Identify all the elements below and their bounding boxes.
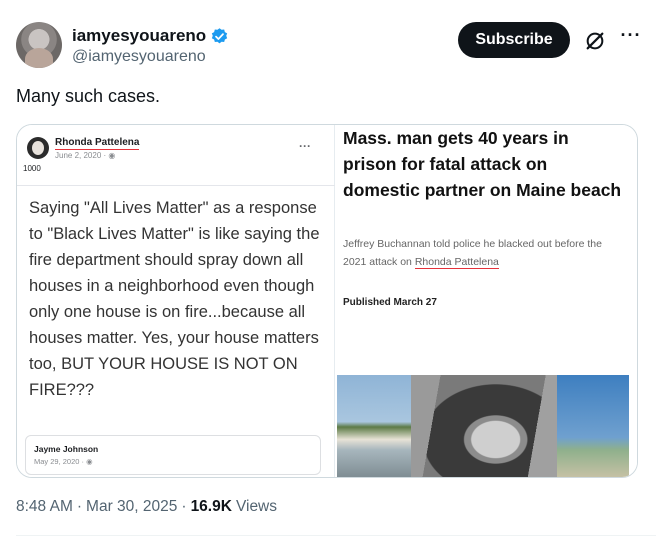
tweet-media-image[interactable]: Rhonda Pattelena June 2, 2020 · ◉ ··· 10…: [16, 124, 638, 478]
globe-icon: ◉: [108, 151, 116, 160]
tweet-text: Many such cases.: [16, 86, 161, 106]
meta-separator: ·: [181, 498, 187, 515]
fb-shared-card: Jayme Johnson May 29, 2020 · ◉: [25, 435, 321, 475]
verified-badge-icon: [212, 27, 228, 43]
fb-poster-name: Rhonda Pattelena: [55, 137, 140, 150]
grok-icon[interactable]: [584, 30, 606, 52]
fb-post-date-text: June 2, 2020 ·: [55, 151, 109, 160]
article-photo: [337, 375, 629, 477]
fb-post-quote: Saying "All Lives Matter" as a response …: [29, 199, 320, 399]
article-published-date: Published March 27: [343, 297, 437, 308]
more-icon[interactable]: ···: [616, 26, 646, 50]
divider: [16, 535, 656, 536]
fb-shared-date: May 29, 2020 · ◉: [34, 457, 93, 466]
tweet-header: iamyesyouareno @iamyesyouareno Subscribe…: [16, 18, 656, 70]
fb-post-date: June 2, 2020 · ◉: [55, 151, 115, 160]
fb-shared-name: Jayme Johnson: [34, 444, 99, 454]
author-avatar[interactable]: [16, 22, 62, 68]
fb-avatar: [27, 137, 49, 159]
fb-post-header: Rhonda Pattelena June 2, 2020 · ◉ ···: [23, 131, 323, 185]
article-dek: Jeffrey Buchannan told police he blacked…: [343, 235, 613, 271]
beach-photo-right: [557, 375, 629, 477]
meta-separator: ·: [76, 498, 83, 515]
fb-post-count: 1000: [23, 164, 41, 173]
author-display-name[interactable]: iamyesyouareno: [72, 26, 206, 46]
fb-more-icon: ···: [299, 139, 311, 153]
tweet-time[interactable]: 8:48 AM: [16, 498, 73, 516]
beach-photo-left: [337, 375, 411, 477]
views-count: 16.9K: [190, 498, 232, 515]
views-label: Views: [235, 498, 278, 515]
author-handle[interactable]: @iamyesyouareno: [72, 48, 206, 66]
news-article-screenshot: Mass. man gets 40 years in prison for fa…: [335, 125, 637, 477]
article-dek-highlight: Rhonda Pattelena: [414, 256, 499, 269]
tweet-date[interactable]: Mar 30, 2025: [86, 498, 177, 516]
facebook-post-screenshot: Rhonda Pattelena June 2, 2020 · ◉ ··· 10…: [17, 125, 335, 477]
fb-divider: [17, 185, 335, 186]
fb-shared-date-text: May 29, 2020 ·: [34, 457, 87, 466]
globe-icon: ◉: [86, 457, 93, 466]
tweet-meta: 8:48 AM · Mar 30, 2025 · 16.9K Views: [16, 498, 277, 516]
portrait-photo: [411, 375, 557, 477]
article-headline: Mass. man gets 40 years in prison for fa…: [343, 128, 622, 200]
subscribe-button[interactable]: Subscribe: [458, 22, 570, 58]
author-name-row: iamyesyouareno: [72, 26, 229, 46]
